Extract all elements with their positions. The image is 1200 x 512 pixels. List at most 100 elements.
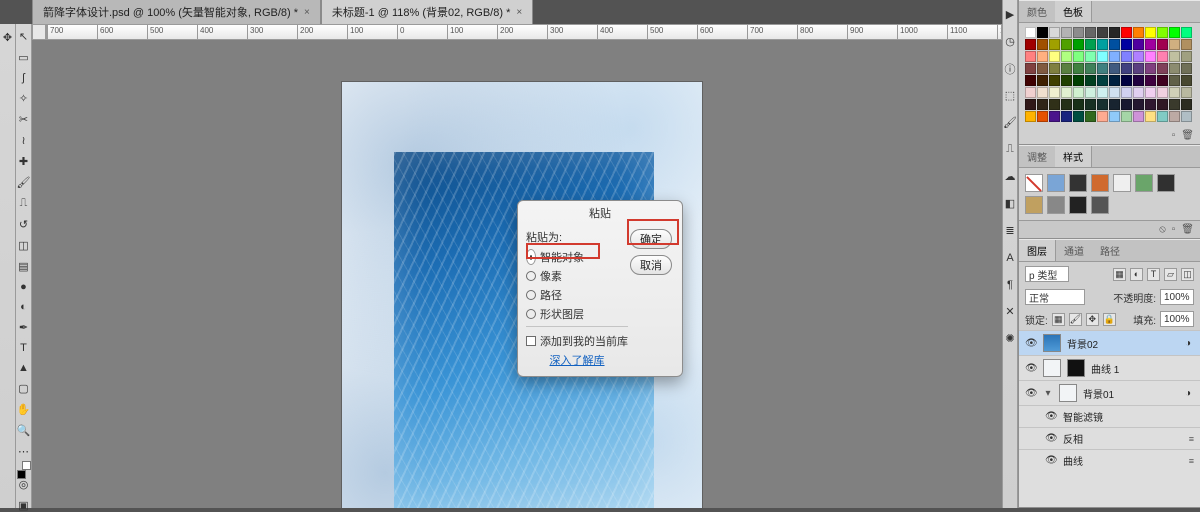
type-tool-icon[interactable]: T [17, 342, 31, 354]
styles-grid[interactable] [1019, 168, 1200, 220]
swatch[interactable] [1073, 27, 1084, 38]
timeline-icon[interactable]: ✺ [1004, 332, 1017, 345]
layer-row[interactable]: 👁智能滤镜 [1019, 405, 1200, 427]
cube-icon[interactable]: ◧ [1004, 197, 1017, 210]
swatch[interactable] [1157, 63, 1168, 74]
lock-paint-icon[interactable]: 🖌 [1069, 313, 1082, 326]
fill-input[interactable]: 100% [1160, 311, 1194, 327]
swatch[interactable] [1169, 39, 1180, 50]
swatch[interactable] [1157, 87, 1168, 98]
swatch[interactable] [1073, 99, 1084, 110]
ruler-horizontal[interactable]: 7006005004003002001000100200300400500600… [46, 24, 1002, 40]
layer-thumb[interactable] [1043, 334, 1061, 352]
blur-tool-icon[interactable]: ● [17, 281, 31, 293]
swatch[interactable] [1073, 51, 1084, 62]
tab-document-0[interactable]: 箭降字体设计.psd @ 100% (矢量智能对象, RGB/8) * × [32, 0, 321, 24]
swatch[interactable] [1073, 111, 1084, 122]
style-preset[interactable] [1047, 196, 1065, 214]
option-smart-object[interactable]: 智能对象 [526, 249, 628, 265]
layer-row[interactable]: 👁曲线≡ [1019, 449, 1200, 471]
filter-indicator-icon[interactable]: ◑ [1182, 388, 1194, 399]
swatch[interactable] [1025, 75, 1036, 86]
brush-tool-icon[interactable]: 🖌 [17, 176, 31, 189]
swatch[interactable] [1037, 27, 1048, 38]
move-grip-icon[interactable]: ✥ [1, 30, 15, 44]
swatch[interactable] [1085, 87, 1096, 98]
tab-paths[interactable]: 路径 [1092, 240, 1128, 261]
swatch[interactable] [1037, 39, 1048, 50]
filter-shape-icon[interactable]: ▱ [1164, 268, 1177, 281]
swatch[interactable] [1169, 27, 1180, 38]
pen-tool-icon[interactable]: ✒ [17, 321, 31, 334]
swatch[interactable] [1061, 111, 1072, 122]
swatch[interactable] [1085, 111, 1096, 122]
swatch[interactable] [1097, 99, 1108, 110]
trash-icon[interactable]: 🗑 [1181, 224, 1194, 235]
foreground-color[interactable] [17, 470, 26, 479]
layer-thumb[interactable] [1043, 359, 1061, 377]
tab-styles[interactable]: 样式 [1055, 146, 1092, 167]
swatch[interactable] [1049, 63, 1060, 74]
swatch[interactable] [1097, 39, 1108, 50]
visibility-icon[interactable]: 👁 [1045, 411, 1057, 422]
shape-tool-icon[interactable]: ▢ [17, 382, 31, 395]
swatch[interactable] [1049, 39, 1060, 50]
move-tool-icon[interactable]: ↖ [17, 30, 31, 43]
history-brush-icon[interactable]: ↺ [17, 218, 31, 231]
swatch[interactable] [1025, 87, 1036, 98]
swatch[interactable] [1037, 111, 1048, 122]
dodge-tool-icon[interactable]: ◐ [17, 301, 31, 313]
style-preset[interactable] [1025, 196, 1043, 214]
swatch[interactable] [1109, 99, 1120, 110]
swatch[interactable] [1133, 99, 1144, 110]
clear-style-icon[interactable]: ⦸ [1159, 224, 1166, 235]
stamp-tool-icon[interactable]: ⎍ [17, 197, 31, 210]
swatch[interactable] [1121, 27, 1132, 38]
filter-pixel-icon[interactable]: ▦ [1113, 268, 1126, 281]
style-preset[interactable] [1047, 174, 1065, 192]
swatch[interactable] [1085, 75, 1096, 86]
swatch[interactable] [1145, 51, 1156, 62]
para-panel-icon[interactable]: ¶ [1004, 278, 1017, 291]
swatch[interactable] [1073, 63, 1084, 74]
swatch[interactable] [1097, 51, 1108, 62]
swatch[interactable] [1169, 75, 1180, 86]
swatch[interactable] [1181, 99, 1192, 110]
properties-icon[interactable]: ⬚ [1004, 89, 1017, 102]
swatch[interactable] [1121, 87, 1132, 98]
close-icon[interactable]: × [304, 7, 310, 18]
swatch[interactable] [1133, 75, 1144, 86]
option-path[interactable]: 路径 [526, 287, 628, 303]
brush-preset-icon[interactable]: 🖌 [1004, 116, 1017, 129]
style-preset[interactable] [1157, 174, 1175, 192]
swatch[interactable] [1169, 87, 1180, 98]
visibility-icon[interactable]: 👁 [1025, 338, 1037, 349]
swatch[interactable] [1145, 87, 1156, 98]
swatch[interactable] [1085, 99, 1096, 110]
layer-row[interactable]: 👁曲线 1 [1019, 355, 1200, 380]
eraser-tool-icon[interactable]: ◫ [17, 239, 31, 252]
swatch[interactable] [1097, 75, 1108, 86]
zoom-tool-icon[interactable]: 🔍 [17, 424, 31, 437]
swatch[interactable] [1049, 51, 1060, 62]
layers-icon[interactable]: ≣ [1004, 224, 1017, 237]
swatch[interactable] [1109, 63, 1120, 74]
swatch[interactable] [1121, 111, 1132, 122]
swatch[interactable] [1181, 75, 1192, 86]
clone-src-icon[interactable]: ⎍ [1004, 143, 1017, 156]
tab-channels[interactable]: 通道 [1056, 240, 1092, 261]
play-icon[interactable]: ▶ [1004, 8, 1017, 21]
swatch[interactable] [1097, 87, 1108, 98]
filter-smart-icon[interactable]: ◫ [1181, 268, 1194, 281]
swatch[interactable] [1037, 63, 1048, 74]
swatch[interactable] [1169, 111, 1180, 122]
lasso-tool-icon[interactable]: ʃ [17, 72, 31, 84]
fx-icon[interactable]: ≡ [1189, 434, 1194, 444]
filter-type-icon[interactable]: T [1147, 268, 1160, 281]
swatch[interactable] [1097, 111, 1108, 122]
swatch[interactable] [1133, 87, 1144, 98]
lock-pos-icon[interactable]: ✥ [1086, 313, 1099, 326]
path-select-icon[interactable]: ▲ [17, 362, 31, 374]
swatch[interactable] [1145, 99, 1156, 110]
swatch[interactable] [1169, 51, 1180, 62]
